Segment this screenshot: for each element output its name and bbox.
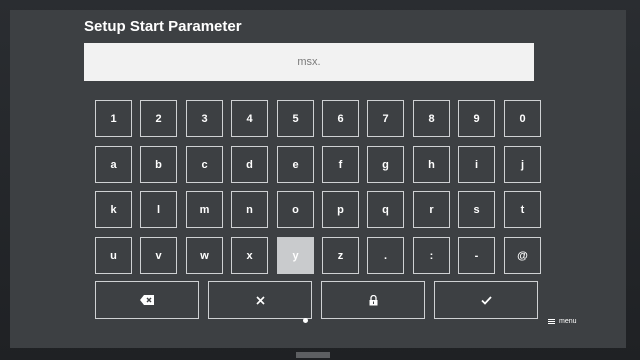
key-t[interactable]: t [504, 191, 541, 228]
key-4[interactable]: 4 [231, 100, 268, 137]
key-o[interactable]: o [277, 191, 314, 228]
backspace-icon [140, 295, 154, 305]
key-m[interactable]: m [186, 191, 223, 228]
key-7[interactable]: 7 [367, 100, 404, 137]
key-s[interactable]: s [458, 191, 495, 228]
key-colon[interactable]: : [413, 237, 450, 274]
key-h[interactable]: h [413, 146, 450, 183]
parameter-input-value: msx. [297, 56, 321, 68]
key-q[interactable]: q [367, 191, 404, 228]
key-w[interactable]: w [186, 237, 223, 274]
parameter-input[interactable]: msx. [84, 43, 534, 81]
key-dash[interactable]: - [458, 237, 495, 274]
key-at[interactable]: @ [504, 237, 541, 274]
key-i[interactable]: i [458, 146, 495, 183]
key-y[interactable]: y [277, 237, 314, 274]
key-8[interactable]: 8 [413, 100, 450, 137]
key-a[interactable]: a [95, 146, 132, 183]
clear-icon [255, 295, 265, 305]
key-5[interactable]: 5 [277, 100, 314, 137]
key-p[interactable]: p [322, 191, 359, 228]
tv-stand [296, 352, 330, 358]
key-u[interactable]: u [95, 237, 132, 274]
lock-icon [369, 294, 377, 305]
menu-icon [548, 319, 555, 324]
key-d[interactable]: d [231, 146, 268, 183]
menu-hint-label: menu [559, 318, 577, 325]
clear-key[interactable] [208, 281, 312, 319]
key-x[interactable]: x [231, 237, 268, 274]
key-z[interactable]: z [322, 237, 359, 274]
key-6[interactable]: 6 [322, 100, 359, 137]
key-k[interactable]: k [95, 191, 132, 228]
key-0[interactable]: 0 [504, 100, 541, 137]
confirm-key[interactable] [434, 281, 538, 319]
menu-hint: menu [548, 318, 577, 325]
page-indicator-dot [303, 318, 308, 323]
key-c[interactable]: c [186, 146, 223, 183]
check-icon [480, 295, 492, 305]
backspace-key[interactable] [95, 281, 199, 319]
key-l[interactable]: l [140, 191, 177, 228]
key-1[interactable]: 1 [95, 100, 132, 137]
key-j[interactable]: j [504, 146, 541, 183]
key-f[interactable]: f [322, 146, 359, 183]
page-title: Setup Start Parameter [84, 18, 242, 35]
key-e[interactable]: e [277, 146, 314, 183]
key-2[interactable]: 2 [140, 100, 177, 137]
lock-key[interactable] [321, 281, 425, 319]
key-n[interactable]: n [231, 191, 268, 228]
key-b[interactable]: b [140, 146, 177, 183]
key-dot[interactable]: . [367, 237, 404, 274]
key-3[interactable]: 3 [186, 100, 223, 137]
key-g[interactable]: g [367, 146, 404, 183]
key-r[interactable]: r [413, 191, 450, 228]
key-v[interactable]: v [140, 237, 177, 274]
key-9[interactable]: 9 [458, 100, 495, 137]
